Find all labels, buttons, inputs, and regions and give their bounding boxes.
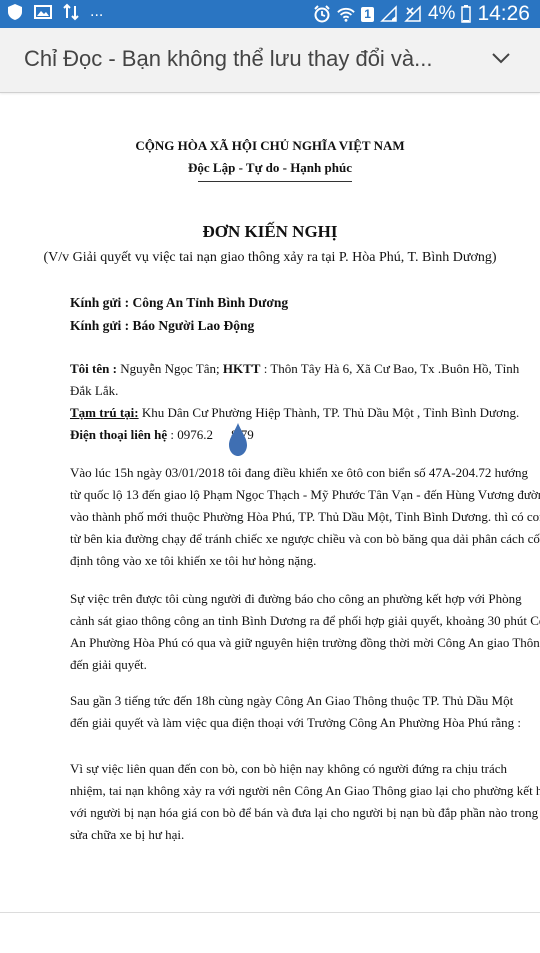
sim-badge: 1 (361, 6, 374, 22)
phone-label: Điện thoại liên hệ (70, 427, 168, 442)
wifi-icon (337, 7, 356, 22)
national-header: CỘNG HÒA XÃ HỘI CHỦ NGHĨA VIỆT NAM (135, 138, 405, 153)
temp-address-value: Khu Dân Cư Phường Hiệp Thành, TP. Thủ Dầ… (141, 405, 520, 420)
no-signal-icon (404, 5, 421, 22)
paragraph-line: đến giải quyết. (70, 657, 147, 672)
data-transfer-icon (63, 3, 79, 21)
recipient-2: Kính gửi : Báo Người Lao Động (70, 318, 255, 333)
applicant-line: Tôi tên : Nguyễn Ngọc Tân; HKTT : Thôn T… (70, 358, 519, 380)
paragraph-line: từ bên kia đường chạy để tránh chiếc xe … (70, 531, 540, 546)
battery-percent: 4% (427, 3, 456, 24)
paragraph-line: Sau gần 3 tiếng tức đến 18h cùng ngày Cô… (70, 693, 514, 708)
paragraph-line: định tông vào xe tôi khiến xe tôi hư hỏn… (70, 553, 317, 568)
paragraph-2: Sự việc trên được tôi cùng người đi đườn… (70, 588, 540, 676)
paragraph-line: nhiệm, tai nạn không xảy ra với người nê… (70, 783, 540, 798)
signal-icon (380, 5, 397, 22)
read-only-message: Chỉ Đọc - Bạn không thể lưu thay đổi và.… (24, 46, 433, 71)
paragraph-line: với người bị nạn hóa giá con bò để bán v… (70, 805, 540, 820)
clock: 14:26 (477, 2, 530, 25)
paragraph-1: Vào lúc 15h ngày 03/01/2018 tôi đang điề… (70, 462, 540, 572)
document-subtitle: (V/v Giải quyết vụ việc tai nạn giao thô… (43, 250, 497, 265)
header-divider (198, 181, 352, 182)
battery-icon (461, 5, 472, 23)
paragraph-4: Vì sự việc liên quan đến con bò, con bò … (70, 758, 540, 846)
name-label: Tôi tên : (70, 361, 117, 376)
paragraph-line: từ quốc lộ 13 đến giao lộ Phạm Ngọc Thạc… (70, 487, 540, 502)
alarm-icon (314, 5, 330, 23)
paragraph-line: An Phường Hòa Phú có qua và giữ nguyên h… (70, 635, 540, 650)
more-notifications: ... (90, 3, 104, 20)
paragraph-line: Vào lúc 15h ngày 03/01/2018 tôi đang điề… (70, 465, 529, 480)
phone-line: Điện thoại liên hệ : 0976.28.79 (70, 424, 254, 446)
recipient-1: Kính gửi : Công An Tỉnh Bình Dương (70, 295, 289, 310)
paragraph-line: vào thành phố mới thuộc Phường Hòa Phú, … (70, 509, 540, 524)
paragraph-line: Sự việc trên được tôi cùng người đi đườn… (70, 591, 522, 606)
shield-icon (8, 4, 22, 20)
hktt-value: : Thôn Tây Hà 6, Xã Cư Bao, Tx .Buôn Hồ,… (263, 361, 520, 376)
document-title: ĐƠN KIẾN NGHỊ (202, 222, 338, 241)
paragraph-line: cảnh sát giao thông công an tỉnh Bình Dư… (70, 613, 540, 628)
temporary-address: Tạm trú tại: Khu Dân Cư Phường Hiệp Thàn… (70, 402, 519, 424)
motto: Độc Lập - Tự do - Hạnh phúc (188, 160, 352, 175)
temp-address-label: Tạm trú tại: (70, 405, 139, 420)
status-bar: ... 1 4% 14:26 (0, 0, 540, 28)
page-bottom-divider (0, 912, 540, 913)
phone-value: : 0976.2 (170, 427, 214, 442)
paragraph-line: sửa chữa xe bị hư hại. (70, 827, 185, 842)
paragraph-line: đến giải quyết và làm việc qua điện thoạ… (70, 715, 522, 730)
hktt-label: HKTT (222, 361, 261, 376)
name-value: Nguyễn Ngọc Tân; (120, 361, 220, 376)
gallery-icon (34, 5, 52, 19)
paragraph-3: Sau gần 3 tiếng tức đến 18h cùng ngày Cô… (70, 690, 522, 734)
paragraph-line: Vì sự việc liên quan đến con bò, con bò … (70, 761, 508, 776)
read-only-banner: Chỉ Đọc - Bạn không thể lưu thay đổi và.… (0, 28, 540, 93)
chevron-down-icon[interactable] (492, 52, 510, 64)
text-cursor-handle-icon[interactable] (228, 423, 248, 457)
hktt-continued: Đắk Lắk. (70, 383, 119, 398)
